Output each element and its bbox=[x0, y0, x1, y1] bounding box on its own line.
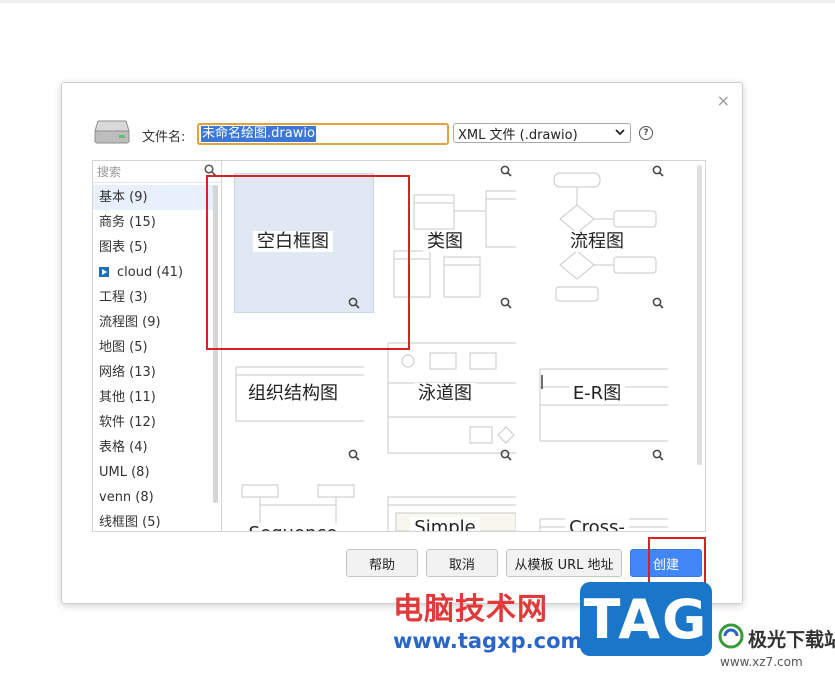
category-item[interactable]: 软件 (12) bbox=[93, 410, 213, 435]
jiguang-url: www.xz7.com bbox=[720, 655, 803, 669]
template-label: Simple bbox=[374, 517, 516, 531]
category-item[interactable]: 其他 (11) bbox=[93, 385, 213, 410]
template-er-diagram[interactable]: E-R图 bbox=[526, 297, 668, 455]
from-template-url-button[interactable]: 从模板 URL 地址 bbox=[506, 549, 622, 577]
template-label: 空白框图 bbox=[222, 227, 364, 253]
zoom-icon[interactable] bbox=[348, 297, 360, 309]
category-item[interactable]: 流程图 (9) bbox=[93, 310, 213, 335]
template-sequence[interactable]: Sequence bbox=[222, 449, 364, 531]
category-list: 基本 (9) 商务 (15) 图表 (5) cloud (41) 工程 (3) … bbox=[93, 185, 213, 531]
category-item[interactable]: 地图 (5) bbox=[93, 335, 213, 360]
template-label: E-R图 bbox=[526, 379, 668, 405]
category-item[interactable]: 网络 (13) bbox=[93, 360, 213, 385]
filename-input[interactable]: 未命名绘图.drawio bbox=[197, 123, 449, 145]
category-item[interactable]: 工程 (3) bbox=[93, 285, 213, 310]
filename-value: 未命名绘图.drawio bbox=[201, 126, 316, 142]
jiguang-name: 极光下载站 bbox=[748, 629, 835, 651]
watermark-site-url: www.tagxp.com bbox=[393, 629, 583, 653]
top-divider bbox=[0, 0, 835, 3]
category-item[interactable]: venn (8) bbox=[93, 485, 213, 510]
chevron-down-icon bbox=[615, 129, 625, 136]
template-label: Sequence bbox=[222, 523, 364, 531]
category-item[interactable]: 商务 (15) bbox=[93, 210, 213, 235]
template-grid: 空白框图 类图 流程图 组织结构图 泳道图 E-R图 Simple Cross- bbox=[222, 161, 705, 531]
sidebar-scrollbar[interactable] bbox=[213, 185, 218, 503]
drive-icon bbox=[94, 120, 130, 144]
template-label: 泳道图 bbox=[374, 379, 516, 405]
template-panel: 基本 (9) 商务 (15) 图表 (5) cloud (41) 工程 (3) … bbox=[92, 160, 706, 532]
category-item[interactable]: 图表 (5) bbox=[93, 235, 213, 260]
category-item[interactable]: UML (8) bbox=[93, 460, 213, 485]
category-item-cloud[interactable]: cloud (41) bbox=[93, 260, 213, 285]
zoom-icon[interactable] bbox=[348, 449, 360, 461]
cancel-button[interactable]: 取消 bbox=[426, 549, 498, 577]
help-button[interactable]: 帮助 bbox=[346, 549, 418, 577]
category-item[interactable]: 基本 (9) bbox=[93, 185, 213, 210]
watermark-site-name: 电脑技术网 bbox=[393, 592, 548, 627]
template-blank[interactable]: 空白框图 bbox=[222, 161, 374, 313]
search-box bbox=[93, 161, 221, 183]
search-input[interactable] bbox=[93, 162, 197, 182]
filetype-value: XML 文件 (.drawio) bbox=[458, 127, 578, 143]
template-label: 类图 bbox=[374, 227, 516, 253]
close-icon[interactable]: × bbox=[717, 91, 730, 110]
category-sidebar: 基本 (9) 商务 (15) 图表 (5) cloud (41) 工程 (3) … bbox=[93, 161, 222, 531]
filetype-select[interactable]: XML 文件 (.drawio) bbox=[453, 123, 631, 143]
template-swimlane[interactable]: 泳道图 bbox=[374, 297, 516, 455]
category-item-label: cloud (41) bbox=[117, 265, 184, 280]
template-label: 流程图 bbox=[526, 227, 668, 253]
sequence-thumbnail bbox=[241, 484, 355, 531]
jiguang-logo: 极光下载站 www.xz7.com bbox=[718, 623, 835, 675]
zoom-icon[interactable] bbox=[652, 449, 664, 461]
new-diagram-dialog: × 文件名: 未命名绘图.drawio XML 文件 (.drawio) ? 基… bbox=[61, 82, 743, 604]
zoom-icon[interactable] bbox=[652, 165, 664, 177]
template-org-chart[interactable]: 组织结构图 bbox=[222, 297, 364, 455]
tag-logo: TAG bbox=[580, 582, 712, 656]
template-class-diagram[interactable]: 类图 bbox=[374, 161, 516, 303]
grid-scrollbar[interactable] bbox=[697, 165, 702, 465]
create-button[interactable]: 创建 bbox=[630, 549, 702, 577]
template-cross-functional[interactable]: Cross- bbox=[526, 449, 668, 531]
jiguang-logo-icon bbox=[718, 623, 744, 649]
cloud-expand-icon[interactable] bbox=[99, 267, 109, 277]
template-simple[interactable]: Simple bbox=[374, 449, 516, 531]
help-icon[interactable]: ? bbox=[639, 126, 653, 140]
filename-label: 文件名: bbox=[142, 130, 186, 145]
category-item[interactable]: 表格 (4) bbox=[93, 435, 213, 460]
zoom-icon[interactable] bbox=[500, 449, 512, 461]
zoom-icon[interactable] bbox=[500, 297, 512, 309]
zoom-icon[interactable] bbox=[500, 165, 512, 177]
template-label: 组织结构图 bbox=[222, 379, 364, 405]
search-icon[interactable] bbox=[204, 164, 217, 177]
zoom-icon[interactable] bbox=[652, 297, 664, 309]
category-item[interactable]: 线框图 (5) bbox=[93, 510, 213, 531]
template-flowchart[interactable]: 流程图 bbox=[526, 161, 668, 303]
template-label: Cross- bbox=[526, 517, 668, 531]
